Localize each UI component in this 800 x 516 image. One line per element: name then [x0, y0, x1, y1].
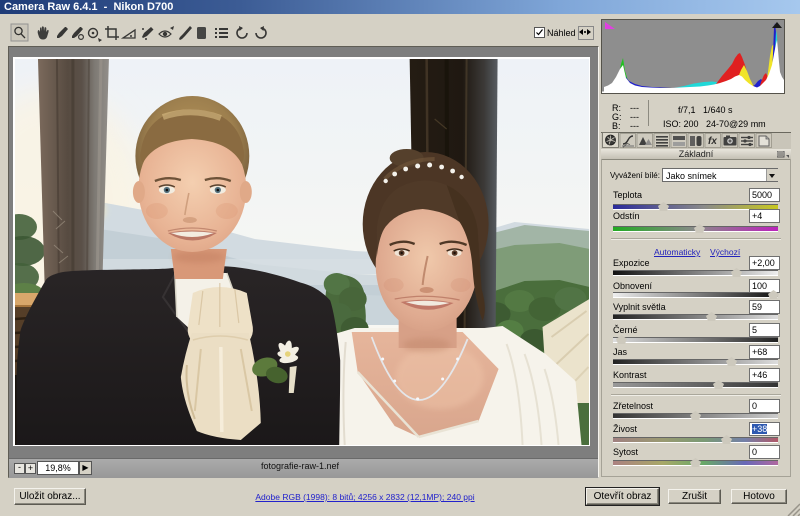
svg-text:fx: fx [708, 136, 717, 147]
